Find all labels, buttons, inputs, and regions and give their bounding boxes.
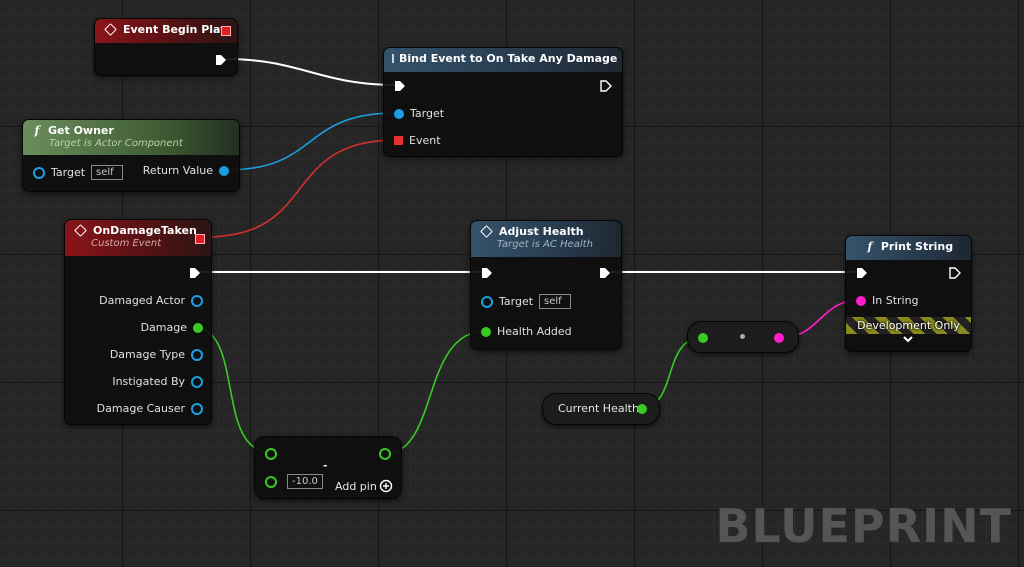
- target-self-field[interactable]: self: [539, 294, 572, 309]
- float-input-pin-icon[interactable]: [265, 476, 277, 488]
- node-title: Event Begin Play: [123, 23, 228, 36]
- node-current-health[interactable]: Current Health: [542, 393, 660, 425]
- exec-input-pin[interactable]: [481, 267, 493, 279]
- node-on-damage-taken[interactable]: OnDamageTaken Custom Event Damaged Actor…: [64, 219, 212, 425]
- add-pin-icon[interactable]: [379, 479, 393, 493]
- pin-label: In String: [872, 294, 919, 307]
- pin-label: Instigated By: [112, 375, 185, 388]
- pin-instigated-by[interactable]: Instigated By: [112, 375, 203, 388]
- float-input-pin-icon[interactable]: [265, 448, 277, 460]
- pin-damage-causer[interactable]: Damage Causer: [97, 402, 203, 415]
- node-header: Bind Event to On Take Any Damage: [384, 48, 622, 72]
- object-pin-icon[interactable]: [394, 108, 404, 119]
- float-wire-op-to-health: [383, 330, 487, 455]
- pin-health-added[interactable]: Health Added: [481, 325, 572, 338]
- exec-output-pin[interactable]: [599, 267, 611, 279]
- pin-label: Health Added: [497, 325, 572, 338]
- float-pin-icon[interactable]: [193, 322, 203, 333]
- node-print-string[interactable]: f Print String In String Development Only: [845, 235, 972, 352]
- pin-damage-type[interactable]: Damage Type: [110, 348, 203, 361]
- node-header: f Print String: [846, 236, 971, 260]
- string-pin-icon[interactable]: [856, 295, 866, 306]
- node-header: OnDamageTaken Custom Event: [65, 220, 211, 256]
- node-title: Print String: [880, 240, 954, 253]
- delegate-pin-icon[interactable]: [394, 136, 403, 145]
- string-output-pin-icon[interactable]: [774, 333, 784, 343]
- function-icon: f: [34, 123, 40, 137]
- float-output-pin-icon[interactable]: [379, 448, 391, 460]
- object-pin-icon[interactable]: [191, 402, 203, 415]
- event-icon: [104, 23, 117, 36]
- pin-damaged-actor[interactable]: Damaged Actor: [99, 294, 203, 307]
- pin-label: Damaged Actor: [99, 294, 185, 307]
- pin-label: Damage: [140, 321, 187, 334]
- pin-target[interactable]: Target: [394, 107, 444, 120]
- blueprint-watermark: BLUEPRINT: [715, 499, 1012, 553]
- pin-target[interactable]: Target self: [33, 165, 124, 180]
- pin-target[interactable]: Target self: [481, 294, 572, 309]
- conversion-dot: [740, 334, 745, 339]
- function-icon: f: [867, 239, 873, 253]
- delegate-square-icon[interactable]: [195, 234, 205, 244]
- value-field[interactable]: -10.0: [287, 474, 323, 489]
- object-pin-icon[interactable]: [191, 294, 203, 307]
- node-header: f Get Owner Target is Actor Component: [23, 120, 239, 155]
- pin-event[interactable]: Event: [394, 134, 441, 147]
- exec-input-pin[interactable]: [856, 267, 868, 279]
- exec-output-pin[interactable]: [215, 54, 227, 66]
- float-output-pin-icon[interactable]: [637, 404, 647, 414]
- pin-label: Target: [499, 295, 534, 308]
- exec-output-pin[interactable]: [949, 267, 961, 279]
- pin-label: Target: [410, 107, 445, 120]
- node-get-owner[interactable]: f Get Owner Target is Actor Component Tar…: [22, 119, 240, 192]
- variable-label: Current Health: [558, 402, 639, 415]
- node-title: Get Owner: [48, 124, 114, 137]
- node-adjust-health[interactable]: Adjust Health Target is AC Health Target…: [470, 220, 622, 350]
- window-icon: [392, 54, 394, 63]
- node-title: Bind Event to On Take Any Damage: [399, 52, 618, 65]
- event-icon: [74, 224, 87, 237]
- pin-label: Target: [51, 166, 86, 179]
- operator-symbol: -: [323, 459, 328, 472]
- node-header: Event Begin Play: [95, 19, 237, 43]
- node-bind-event[interactable]: Bind Event to On Take Any Damage Target …: [383, 47, 623, 157]
- delegate-square-icon[interactable]: [221, 26, 231, 36]
- add-pin-label[interactable]: Add pin: [335, 480, 377, 493]
- node-title: Adjust Health: [499, 225, 584, 238]
- exec-wire-begin-to-bind: [225, 58, 397, 86]
- pin-in-string[interactable]: In String: [856, 294, 919, 307]
- object-pin-icon[interactable]: [191, 348, 203, 361]
- float-pin-icon[interactable]: [481, 326, 491, 337]
- exec-input-pin[interactable]: [394, 80, 406, 92]
- target-self-field[interactable]: self: [91, 165, 124, 180]
- pin-label: Return Value: [142, 164, 213, 177]
- float-input-pin-icon[interactable]: [698, 333, 708, 343]
- pin-label: Damage Type: [109, 348, 185, 361]
- object-pin-icon[interactable]: [191, 375, 203, 388]
- node-subtitle: Target is AC Health: [497, 239, 593, 250]
- node-subtitle: Target is Actor Component: [49, 138, 183, 149]
- pin-return-value[interactable]: Return Value: [143, 164, 229, 177]
- node-event-begin-play[interactable]: Event Begin Play: [94, 18, 238, 76]
- exec-output-pin[interactable]: [600, 80, 612, 92]
- pin-label: Event: [409, 134, 441, 147]
- pin-label: Damage Causer: [96, 402, 185, 415]
- exec-output-pin[interactable]: [189, 267, 201, 279]
- node-header: Adjust Health Target is AC Health: [471, 221, 621, 257]
- chevron-down-icon[interactable]: [902, 336, 914, 344]
- node-conversion[interactable]: [687, 321, 799, 353]
- node-math-operator[interactable]: - -10.0 Add pin: [254, 436, 402, 499]
- pin-damage[interactable]: Damage: [141, 321, 203, 334]
- object-pin-icon[interactable]: [33, 166, 45, 179]
- node-title: OnDamageTaken: [93, 224, 197, 237]
- object-pin-icon[interactable]: [219, 165, 229, 176]
- development-only-banner: Development Only: [846, 317, 971, 334]
- object-pin-icon[interactable]: [481, 295, 493, 308]
- node-subtitle: Custom Event: [91, 238, 162, 249]
- event-icon: [480, 225, 493, 238]
